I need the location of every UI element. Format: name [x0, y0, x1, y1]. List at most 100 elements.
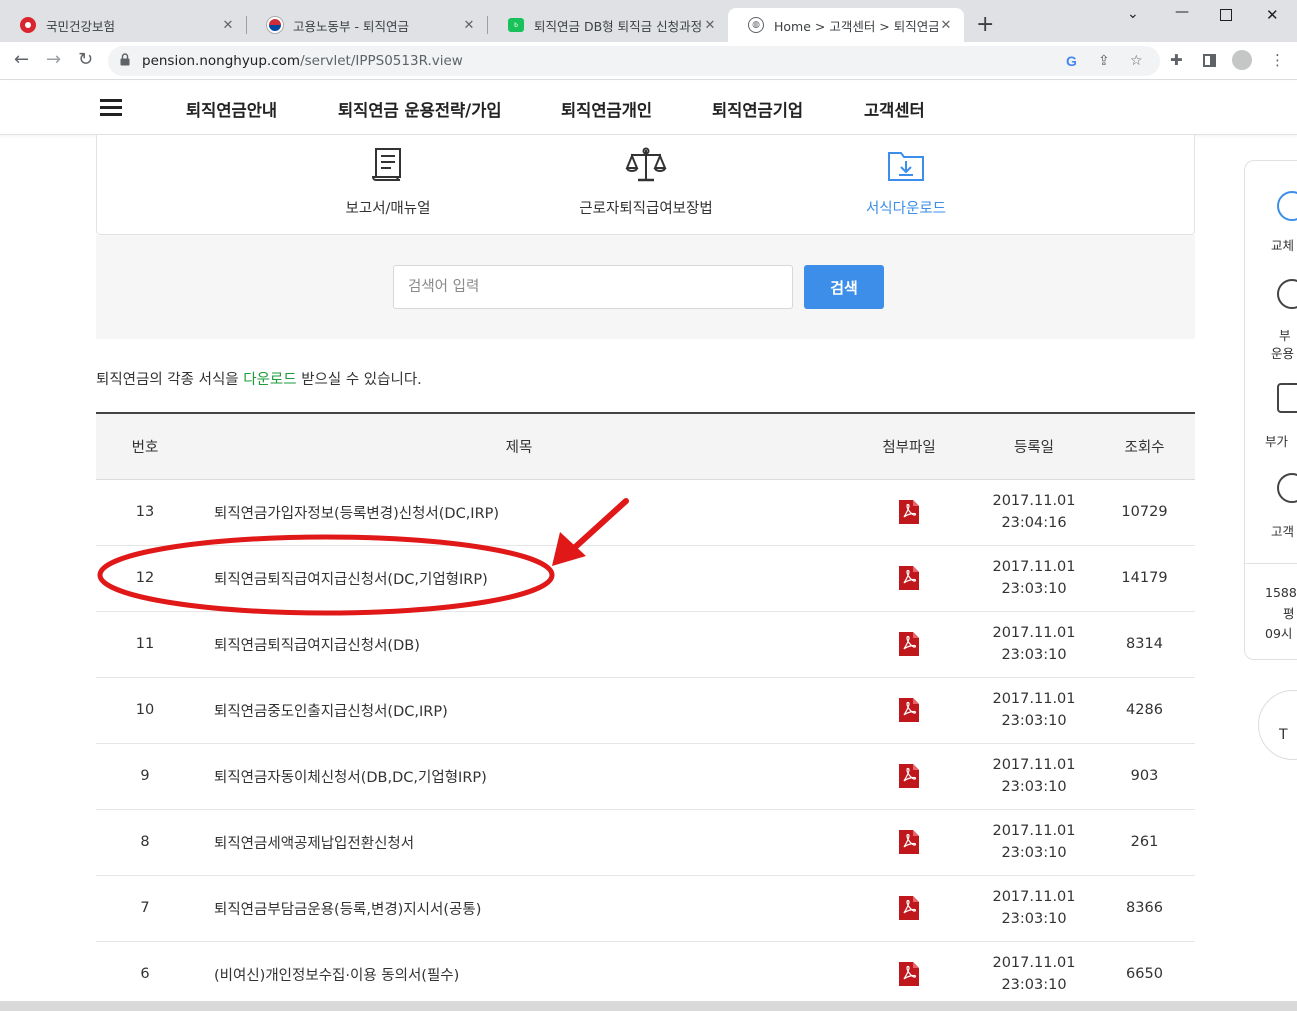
pdf-icon[interactable]	[899, 632, 919, 656]
gnb-item-corporate[interactable]: 퇴직연금기업	[712, 97, 803, 121]
table-row: 7 퇴직연금부담금운용(등록,변경)지시서(공통) 2017.11.01 23:03:…	[96, 875, 1195, 942]
chat-bubble-icon[interactable]	[1277, 473, 1297, 503]
row-title-link[interactable]: 퇴직연금자동이체신청서(DB,DC,기업형IRP)	[194, 743, 844, 810]
column-header-date: 등록일	[974, 412, 1094, 480]
column-header-attachment: 첨부파일	[844, 412, 974, 480]
row-attachment[interactable]	[844, 545, 974, 612]
intro-highlight: 다운로드	[243, 372, 297, 388]
row-date-day: 2017.11.01	[992, 493, 1076, 509]
maximize-icon[interactable]	[1220, 9, 1232, 21]
row-title-link[interactable]: 퇴직연금세액공제납입전환신청서	[194, 809, 844, 876]
close-icon[interactable]: ✕	[220, 18, 236, 33]
intro-text: 퇴직연금의 각종 서식을 다운로드 받으실 수 있습니다.	[96, 368, 422, 389]
close-icon[interactable]: ✕	[702, 18, 718, 33]
row-title-link[interactable]: (비여신)개인정보수집·이용 동의서(필수)	[194, 941, 844, 1008]
row-title-link[interactable]: 퇴직연금중도인출지급신청서(DC,IRP)	[194, 677, 844, 744]
quick-item[interactable]: 교체	[1271, 235, 1294, 254]
quick-menu: 교체 부 운용 부가 고객 1588 평 09시	[1244, 160, 1297, 660]
row-title-link[interactable]: 퇴직연금가입자정보(등록변경)신청서(DC,IRP)	[194, 479, 844, 546]
row-title-link[interactable]: 퇴직연금부담금운용(등록,변경)지시서(공통)	[194, 875, 844, 942]
subnav-law[interactable]: 근로자퇴직급여보장법	[546, 145, 746, 218]
row-date-day: 2017.11.01	[992, 691, 1076, 707]
document-icon[interactable]	[1277, 383, 1297, 413]
chevron-down-icon[interactable]: ⌄	[1127, 6, 1139, 22]
browser-tab-bar: 국민건강보험 ✕ 고용노동부 - 퇴직연금 ✕ b 퇴직연금 DB형 퇴직금 신…	[0, 0, 1297, 42]
side-panel-icon[interactable]	[1203, 54, 1216, 67]
korea-flag-icon	[267, 17, 283, 33]
pdf-icon[interactable]	[899, 698, 919, 722]
row-attachment[interactable]	[844, 743, 974, 810]
back-arrow-icon[interactable]: ←	[14, 50, 29, 70]
more-vert-icon[interactable]: ⋮	[1270, 51, 1285, 69]
table-header-row: 번호 제목 첨부파일 등록일 조회수	[96, 412, 1195, 480]
pdf-icon[interactable]	[899, 500, 919, 524]
bookmark-star-icon[interactable]: ☆	[1130, 53, 1143, 69]
url-host: pension.nonghyup.com	[142, 53, 301, 69]
row-date: 2017.11.01 23:03:10	[974, 743, 1094, 810]
window-close-icon[interactable]: ✕	[1266, 6, 1279, 24]
scroll-top-button[interactable]: T	[1258, 690, 1297, 760]
browser-tab-4-active[interactable]: ◍ Home > 고객센터 > 퇴직연금 서 ✕	[728, 8, 964, 42]
pdf-icon[interactable]	[899, 830, 919, 854]
pdf-icon[interactable]	[899, 764, 919, 788]
profile-avatar-icon[interactable]	[1232, 50, 1252, 70]
row-attachment[interactable]	[844, 479, 974, 546]
browser-tab-2[interactable]: 고용노동부 - 퇴직연금 ✕	[247, 8, 487, 42]
pdf-icon[interactable]	[899, 896, 919, 920]
gnb-item-guide[interactable]: 퇴직연금안내	[186, 97, 277, 121]
close-icon[interactable]: ✕	[938, 18, 954, 33]
extensions-puzzle-icon[interactable]: ✚	[1170, 51, 1183, 69]
gnb-item-personal[interactable]: 퇴직연금개인	[561, 97, 652, 121]
reload-icon[interactable]: ↻	[78, 50, 93, 70]
row-attachment[interactable]	[844, 809, 974, 876]
subnav-form-download[interactable]: 서식다운로드	[806, 145, 1006, 218]
browser-tab-3[interactable]: b 퇴직연금 DB형 퇴직금 신청과정 ✕	[488, 8, 728, 42]
intro-text-part: 받으실 수 있습니다.	[296, 372, 422, 388]
row-views: 903	[1094, 743, 1195, 810]
form-list-table: 번호 제목 첨부파일 등록일 조회수 13 퇴직연금가입자정보(등록변경)신청서(…	[96, 412, 1195, 1008]
google-translate-icon[interactable]: G	[1066, 53, 1077, 69]
circle-icon[interactable]	[1277, 279, 1297, 309]
subnav-label: 보고서/매뉴얼	[345, 201, 431, 217]
exchange-icon[interactable]	[1277, 191, 1297, 221]
row-attachment[interactable]	[844, 677, 974, 744]
row-date: 2017.11.01 23:04:16	[974, 479, 1094, 546]
quick-item[interactable]: 운용	[1271, 343, 1294, 362]
forward-arrow-icon[interactable]: →	[46, 50, 61, 70]
row-title-link[interactable]: 퇴직연금퇴직급여지급신청서(DB)	[194, 611, 844, 678]
hamburger-menu-icon[interactable]	[100, 99, 122, 116]
table-row: 13 퇴직연금가입자정보(등록변경)신청서(DC,IRP) 2017.11.01 23…	[96, 479, 1195, 546]
share-icon[interactable]: ⇪	[1098, 53, 1110, 69]
row-views: 6650	[1094, 941, 1195, 1008]
row-views: 10729	[1094, 479, 1195, 546]
row-attachment[interactable]	[844, 875, 974, 942]
address-bar[interactable]: pension.nonghyup.com/servlet/IPPS0513R.v…	[108, 46, 1160, 76]
gnb-item-strategy[interactable]: 퇴직연금 운용전략/가입	[338, 97, 502, 121]
row-number: 9	[96, 743, 194, 810]
row-date-time: 23:04:16	[1001, 515, 1067, 531]
divider	[1245, 563, 1297, 564]
browser-toolbar: ← → ↻ pension.nonghyup.com/servlet/IPPS0…	[0, 42, 1297, 80]
browser-tab-1[interactable]: 국민건강보험 ✕	[0, 8, 246, 42]
search-button[interactable]: 검색	[804, 265, 884, 309]
quick-item[interactable]: 부가	[1265, 431, 1288, 450]
subnav-reports[interactable]: 보고서/매뉴얼	[288, 145, 488, 218]
new-tab-icon[interactable]: +	[976, 14, 994, 36]
minimize-icon[interactable]: —	[1175, 4, 1189, 20]
table-row: 10 퇴직연금중도인출지급신청서(DC,IRP) 2017.11.01 23:03:1…	[96, 677, 1195, 744]
row-attachment[interactable]	[844, 941, 974, 1008]
gnb-item-customer-center[interactable]: 고객센터	[864, 97, 925, 121]
search-input[interactable]	[393, 265, 793, 309]
window-bottom-edge	[0, 1001, 1297, 1011]
column-header-title: 제목	[194, 412, 844, 480]
pdf-icon[interactable]	[899, 566, 919, 590]
row-number: 12	[96, 545, 194, 612]
row-attachment[interactable]	[844, 611, 974, 678]
close-icon[interactable]: ✕	[461, 18, 477, 33]
row-title-link[interactable]: 퇴직연금퇴직급여지급신청서(DC,기업형IRP)	[194, 545, 844, 612]
quick-item[interactable]: 고객	[1271, 521, 1294, 540]
tab-title: 국민건강보험	[46, 18, 116, 34]
pdf-icon[interactable]	[899, 962, 919, 986]
quick-item[interactable]: 부	[1279, 325, 1291, 344]
globe-icon: ◍	[748, 17, 764, 33]
